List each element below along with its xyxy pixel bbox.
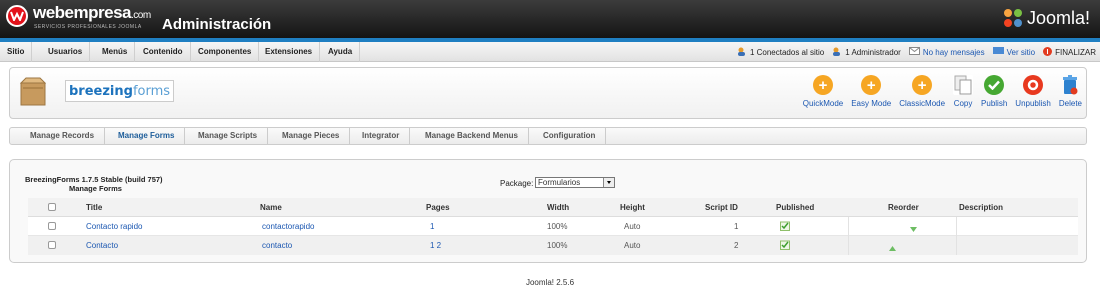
tab-manage-scripts[interactable]: Manage Scripts	[188, 128, 269, 144]
messages-status[interactable]: No hay mensajes	[908, 47, 985, 57]
page-title: Administración	[162, 16, 272, 33]
webempresa-logo-icon	[6, 5, 28, 27]
select-all-checkbox[interactable]	[48, 203, 56, 211]
tab-manage-pieces[interactable]: Manage Pieces	[272, 128, 351, 144]
toolbar-buttons: + QuickMode + Easy Mode + ClassicMode Co…	[799, 75, 1086, 115]
delete-button[interactable]: Delete	[1059, 75, 1082, 115]
tab-manage-records[interactable]: Manage Records	[20, 128, 106, 144]
admin-header: webempresa.com SERVICIOS PROFESIONALES J…	[0, 0, 1100, 38]
menu-contenido[interactable]: Contenido	[136, 42, 191, 62]
check-icon	[984, 75, 1005, 95]
section-title: Manage Forms	[69, 184, 122, 193]
table-row: Contacto rapido contactorapido 1 100% Au…	[28, 217, 1078, 236]
col-width[interactable]: Width	[547, 198, 569, 217]
quickmode-button[interactable]: + QuickMode	[803, 75, 843, 115]
joomla-logo-text: Joomla!	[1026, 7, 1090, 28]
tab-manage-backend-menus[interactable]: Manage Backend Menus	[415, 128, 529, 144]
admins-online-status: 1 Administrador	[832, 47, 901, 58]
logout-icon	[1043, 46, 1053, 58]
plus-icon: +	[812, 75, 833, 95]
menu-extensiones[interactable]: Extensiones	[258, 42, 321, 62]
form-script-id: 1	[734, 222, 739, 231]
form-title-link[interactable]: Contacto rapido	[86, 217, 142, 236]
plus-icon: +	[912, 75, 933, 95]
users-icon	[737, 47, 747, 58]
joomla-logo: Joomla!	[1002, 7, 1090, 29]
unpublish-button[interactable]: Unpublish	[1015, 75, 1051, 115]
joomla-logo-icon	[1003, 9, 1022, 27]
monitor-icon	[992, 47, 1004, 57]
form-width: 100%	[547, 222, 568, 231]
tab-manage-forms[interactable]: Manage Forms	[108, 128, 186, 144]
col-description[interactable]: Description	[959, 198, 1003, 217]
form-name-link[interactable]: contactorapido	[262, 217, 314, 236]
footer-version: Joomla! 2.5.6	[525, 278, 575, 287]
menu-menus[interactable]: Menús	[95, 42, 136, 62]
col-title[interactable]: Title	[86, 198, 102, 217]
submenu-tabs: Manage Records Manage Forms Manage Scrip…	[9, 127, 1087, 145]
row-checkbox[interactable]	[48, 222, 56, 230]
copy-icon	[953, 75, 974, 95]
easymode-button[interactable]: + Easy Mode	[851, 75, 891, 115]
move-up-icon[interactable]	[889, 243, 896, 253]
trash-icon	[1060, 75, 1080, 95]
publish-button[interactable]: Publish	[981, 75, 1007, 115]
component-toolbar: breezing forms + QuickMode + Easy Mode + …	[9, 67, 1087, 119]
menu-componentes[interactable]: Componentes	[191, 42, 260, 62]
published-icon[interactable]	[780, 221, 790, 233]
move-down-icon[interactable]	[910, 224, 917, 234]
col-reorder[interactable]: Reorder	[888, 198, 919, 217]
status-area: 1 Conectados al sitio 1 Administrador No…	[729, 42, 1096, 62]
table-row: Contacto contacto 1 2 100% Auto 2	[28, 236, 1078, 255]
menu-usuarios[interactable]: Usuarios	[41, 42, 91, 62]
col-pages[interactable]: Pages	[426, 198, 450, 217]
col-script-id[interactable]: Script ID	[705, 198, 738, 217]
form-pages-link[interactable]: 1	[430, 217, 434, 236]
form-script-id: 2	[734, 241, 739, 250]
form-title-link[interactable]: Contacto	[86, 236, 118, 255]
admin-icon	[832, 47, 842, 58]
chevron-down-icon	[603, 178, 614, 187]
table-header-row: Title Name Pages Width Height Script ID …	[28, 198, 1078, 217]
copy-button[interactable]: Copy	[953, 75, 974, 115]
col-height[interactable]: Height	[620, 198, 645, 217]
menu-ayuda[interactable]: Ayuda	[321, 42, 361, 62]
plus-icon: +	[861, 75, 882, 95]
form-height: Auto	[624, 241, 641, 250]
brand-name: webempresa.com	[33, 3, 151, 22]
main-menu-bar: Sitio Usuarios Menús Contenido Component…	[0, 42, 1100, 62]
published-icon[interactable]	[780, 240, 790, 252]
mail-icon	[908, 47, 920, 57]
unpublish-icon	[1023, 75, 1044, 95]
version-label: BreezingForms 1.7.5 Stable (build 757)	[25, 175, 163, 184]
row-checkbox[interactable]	[48, 241, 56, 249]
tab-configuration[interactable]: Configuration	[533, 128, 607, 144]
menu-sitio[interactable]: Sitio	[0, 42, 33, 62]
package-select[interactable]: Formularios	[535, 177, 615, 188]
col-name[interactable]: Name	[260, 198, 282, 217]
brand-tagline: SERVICIOS PROFESIONALES JOOMLA	[34, 24, 142, 30]
form-pages-link[interactable]: 1 2	[430, 236, 441, 255]
tab-integrator[interactable]: Integrator	[352, 128, 411, 144]
box-icon	[20, 77, 46, 106]
form-width: 100%	[547, 241, 568, 250]
form-name-link[interactable]: contacto	[262, 236, 292, 255]
users-online-status: 1 Conectados al sitio	[737, 47, 824, 58]
col-published[interactable]: Published	[776, 198, 814, 217]
logout-link[interactable]: FINALIZAR	[1043, 46, 1096, 58]
package-label: Package:	[500, 179, 534, 188]
breezingforms-logo: breezing forms	[65, 80, 175, 102]
view-site-link[interactable]: Ver sitio	[992, 47, 1035, 57]
form-height: Auto	[624, 222, 641, 231]
classicmode-button[interactable]: + ClassicMode	[899, 75, 945, 115]
